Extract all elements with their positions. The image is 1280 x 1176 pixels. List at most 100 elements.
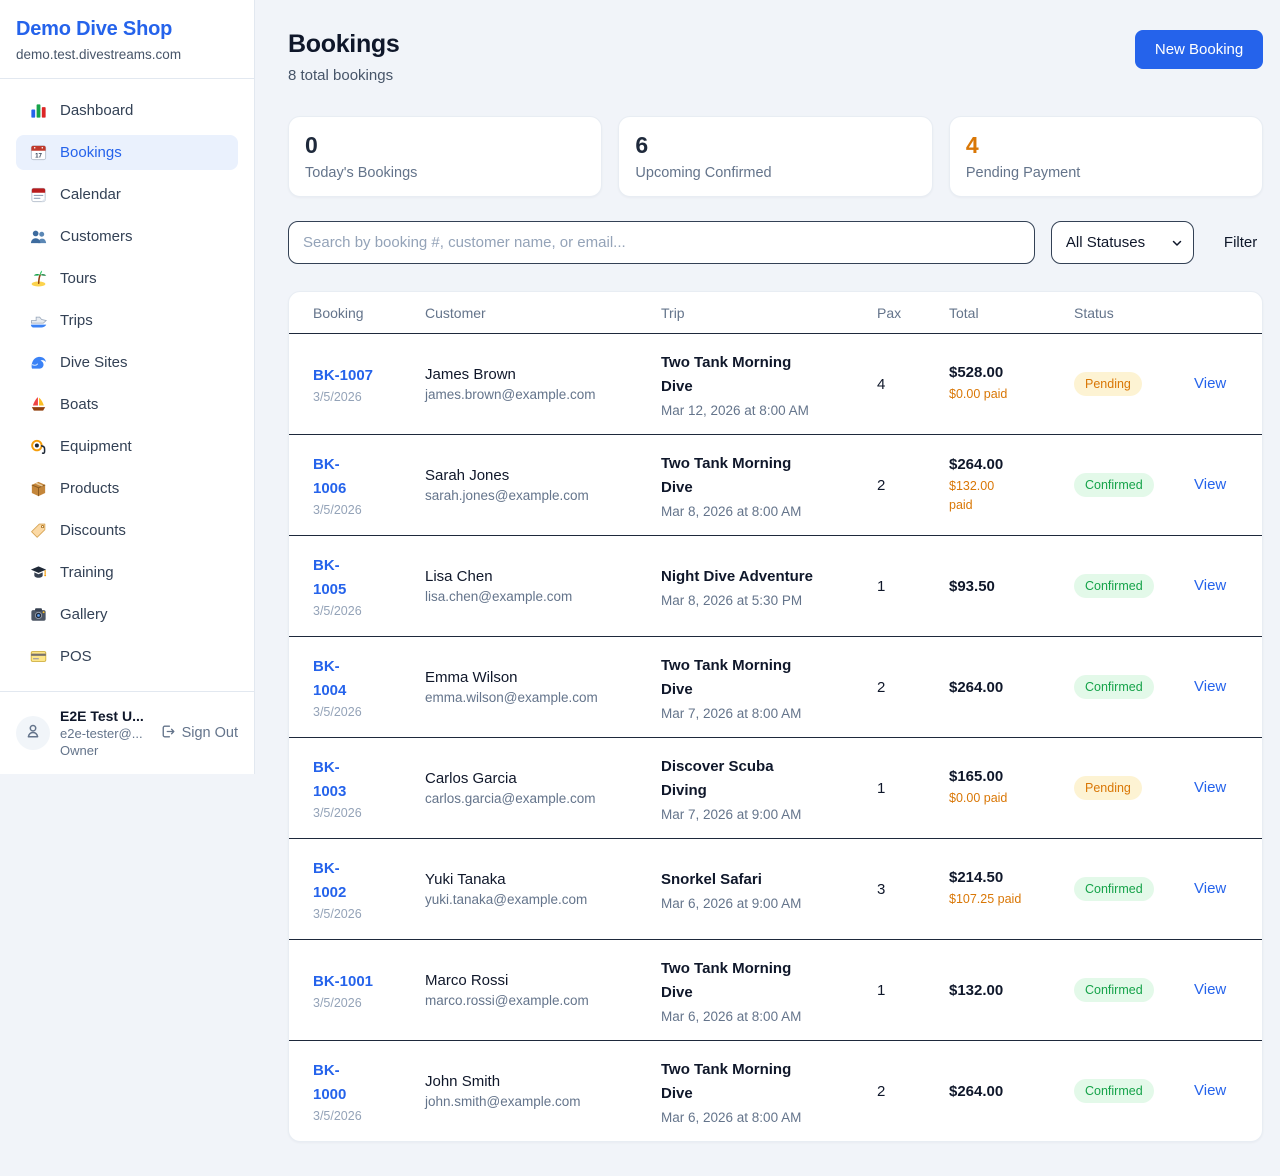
customer-name: James Brown [425,366,649,383]
table-row: BK- 10063/5/2026Sarah Jonessarah.jones@e… [289,435,1262,536]
discounts-icon [29,521,48,540]
view-cell: View [1194,1082,1238,1100]
stat-card-pending-payment: 4 Pending Payment [949,116,1263,197]
pax-count: 1 [877,780,949,797]
user-info: E2E Test U... e2e-tester@... Owner [60,708,149,758]
sidebar-item-tours[interactable]: Tours [16,261,238,296]
booking-id-link[interactable]: BK- 1004 [313,655,346,702]
view-link[interactable]: View [1194,678,1226,695]
trip-datetime: Mar 6, 2026 at 9:00 AM [661,896,865,911]
total-cell: $264.00 [949,679,1074,696]
column-header-status: Status [1074,305,1194,321]
calendar-icon [29,185,48,204]
total-cell: $93.50 [949,578,1074,595]
status-cell: Confirmed [1074,675,1194,699]
stat-label: Pending Payment [966,165,1246,181]
pax-count: 1 [877,982,949,999]
view-cell: View [1194,678,1238,696]
total-cell: $264.00$132.00 paid [949,456,1074,515]
sidebar-item-training[interactable]: Training [16,555,238,590]
trip-cell: Night Dive AdventureMar 8, 2026 at 5:30 … [661,565,877,608]
view-link[interactable]: View [1194,1082,1226,1099]
status-badge: Confirmed [1074,1079,1154,1103]
sidebar-item-label: Tours [60,270,97,287]
booking-id-link[interactable]: BK- 1000 [313,1059,346,1106]
view-link[interactable]: View [1194,577,1226,594]
customer-email: marco.rossi@example.com [425,993,649,1008]
table-body: BK-1007 3/5/2026 James Brown james.brown@ex… [289,334,1262,1141]
sidebar-item-trips[interactable]: Trips [16,303,238,338]
sign-out-button[interactable]: Sign Out [159,723,238,744]
total-cell: $528.00$0.00 paid [949,364,1074,404]
sidebar-item-boats[interactable]: Boats [16,387,238,422]
stat-label: Upcoming Confirmed [635,165,915,181]
stats-row: 0 Today's Bookings 6 Upcoming Confirmed … [288,116,1263,197]
customer-name: John Smith [425,1073,649,1090]
sidebar-item-discounts[interactable]: Discounts [16,513,238,548]
user-icon [23,721,43,746]
booking-cell: BK- 10063/5/2026 [313,453,425,517]
trip-name: Two Tank Morning Dive [661,1058,865,1106]
trip-cell: Two Tank Morning DiveMar 6, 2026 at 8:00… [661,957,877,1024]
total-bookings-count: 8 total bookings [288,67,400,84]
view-link[interactable]: View [1194,981,1226,998]
status-badge: Confirmed [1074,877,1154,901]
trip-datetime: Mar 8, 2026 at 8:00 AM [661,504,865,519]
search-input[interactable] [288,221,1035,264]
booking-id-link[interactable]: BK-1001 [313,970,373,993]
sidebar-item-dashboard[interactable]: Dashboard [16,93,238,128]
sign-out-icon [159,723,176,744]
booking-id-link[interactable]: BK- 1002 [313,857,346,904]
customer-email: james.brown@example.com [425,387,649,402]
customer-email: john.smith@example.com [425,1094,649,1109]
view-link[interactable]: View [1194,779,1226,796]
table-row: BK- 10033/5/2026Carlos Garciacarlos.garc… [289,738,1262,839]
status-badge: Confirmed [1074,675,1154,699]
filter-button[interactable]: Filter [1218,226,1263,259]
new-booking-button[interactable]: New Booking [1135,30,1263,69]
training-icon [29,563,48,582]
view-link[interactable]: View [1194,476,1226,493]
trip-cell: Discover Scuba DivingMar 7, 2026 at 9:00… [661,755,877,822]
sidebar-item-gallery[interactable]: Gallery [16,597,238,632]
status-badge: Confirmed [1074,978,1154,1002]
status-cell: Confirmed [1074,877,1194,901]
trip-name: Snorkel Safari [661,868,865,892]
main-content: Bookings 8 total bookings New Booking 0 … [255,0,1280,1176]
sidebar-item-label: Customers [60,228,133,245]
pax-count: 1 [877,578,949,595]
svg-text:17: 17 [35,152,42,159]
sidebar-item-dive-sites[interactable]: Dive Sites [16,345,238,380]
pax-count: 2 [877,679,949,696]
sidebar: Demo Dive Shop demo.test.divestreams.com… [0,0,255,774]
sidebar-item-equipment[interactable]: Equipment [16,429,238,464]
trip-datetime: Mar 7, 2026 at 8:00 AM [661,706,865,721]
sidebar-item-customers[interactable]: Customers [16,219,238,254]
booking-date: 3/5/2026 [313,996,413,1010]
pax-count: 4 [877,376,949,393]
stat-card-upcoming-confirmed: 6 Upcoming Confirmed [618,116,932,197]
sidebar-item-calendar[interactable]: Calendar [16,177,238,212]
sidebar-item-products[interactable]: Products [16,471,238,506]
view-link[interactable]: View [1194,375,1226,392]
boats-icon [29,395,48,414]
customer-cell: Carlos Garciacarlos.garcia@example.com [425,770,661,806]
sidebar-item-pos[interactable]: POS [16,639,238,674]
view-link[interactable]: View [1194,880,1226,897]
tours-icon [29,269,48,288]
sidebar-item-bookings[interactable]: 17Bookings [16,135,238,170]
status-select[interactable]: All Statuses [1051,221,1194,264]
booking-id-link[interactable]: BK- 1003 [313,756,346,803]
customer-name: Sarah Jones [425,467,649,484]
booking-id-link[interactable]: BK-1007 [313,364,373,387]
booking-id-link[interactable]: BK- 1005 [313,554,346,601]
status-badge: Confirmed [1074,574,1154,598]
booking-id-link[interactable]: BK- 1006 [313,453,346,500]
table-row: BK-10073/5/2026James Brownjames.brown@ex… [289,334,1262,435]
filter-row: All Statuses Filter [288,221,1263,264]
status-cell: Pending [1074,372,1194,396]
stat-value: 4 [966,132,1246,159]
trip-name: Discover Scuba Diving [661,755,865,803]
page-title: Bookings [288,30,400,59]
booking-cell: BK- 10033/5/2026 [313,756,425,820]
